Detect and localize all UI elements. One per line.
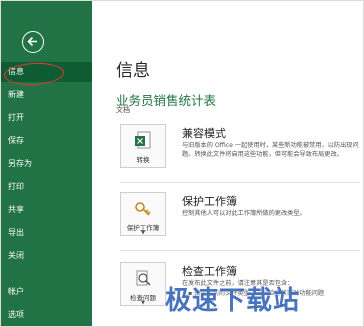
inspect-document-icon: [136, 270, 151, 286]
sidebar-item-options[interactable]: 选项: [0, 305, 92, 325]
back-arrow-icon[interactable]: [22, 31, 44, 53]
inspect-workbook-heading: 检查工作簿: [182, 265, 237, 278]
chevron-down-icon: ▼: [141, 230, 145, 236]
convert-button[interactable]: 转换: [120, 124, 166, 168]
chevron-down-icon: ▼: [141, 300, 145, 306]
compat-mode-description: 与旧版本的 Office 一起使用时，某些新功能被禁用，以防出现问题。转换此文件…: [182, 142, 359, 158]
protect-workbook-heading: 保护工作簿: [182, 195, 237, 208]
protect-workbook-description: 控制其他人可以对此工作簿所做的更改类型。: [182, 210, 306, 217]
page-title: 信息: [116, 61, 150, 81]
sidebar-item-save[interactable]: 保存: [0, 131, 92, 151]
workbook-name: 业务员销售统计表: [116, 93, 217, 108]
protect-workbook-button[interactable]: 保护工作簿 ▼: [120, 192, 166, 236]
excel-convert-icon: [135, 131, 151, 149]
watermark: 极速下载站: [165, 286, 301, 316]
lock-key-icon: [135, 202, 151, 216]
sidebar-item-close[interactable]: 关闭: [0, 246, 92, 266]
sidebar-item-share[interactable]: 共享: [0, 200, 92, 220]
sidebar-item-new[interactable]: 新建: [0, 85, 92, 105]
section-divider: [120, 250, 360, 251]
workbook-location: 文档: [116, 106, 130, 114]
sidebar-item-save-as[interactable]: 另存为: [0, 154, 92, 174]
compat-mode-heading: 兼容模式: [182, 127, 226, 140]
sidebar-item-export[interactable]: 导出: [0, 223, 92, 243]
section-divider: [120, 182, 360, 183]
check-issues-button[interactable]: 检查问题 ▼: [120, 262, 166, 306]
sidebar-item-account[interactable]: 帐户: [0, 282, 92, 302]
backstage-sidebar: 信息 新建 打开 保存 另存为 打印 共享 导出 关闭 帐户 选项: [0, 0, 92, 327]
info-panel: 信息 业务员销售统计表 文档 转换 兼容模式 与旧版本的 Office 一起使用…: [92, 0, 364, 327]
sidebar-item-open[interactable]: 打开: [0, 108, 92, 128]
sidebar-item-print[interactable]: 打印: [0, 177, 92, 197]
tile-label-convert: 转换: [136, 156, 150, 164]
